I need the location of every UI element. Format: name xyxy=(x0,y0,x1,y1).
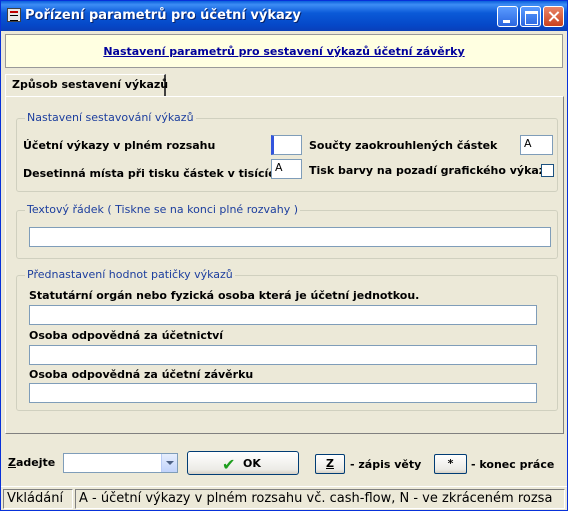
status-bar: Vkládání A - účetní výkazy v plném rozsa… xyxy=(1,486,567,510)
window-title: Pořízení parametrů pro účetní výkazy xyxy=(25,8,301,23)
banner-title: Nastavení parametrů pro sestavení výkazů… xyxy=(103,45,465,58)
write-record-button[interactable]: Z xyxy=(315,454,345,474)
text-row-input[interactable] xyxy=(29,227,551,247)
bg-color-label: Tisk barvy na pozadí grafického výkazu xyxy=(309,164,554,177)
title-bar[interactable]: Pořízení parametrů pro účetní výkazy xyxy=(1,1,567,31)
end-work-desc: - konec práce xyxy=(471,458,555,471)
enter-label-rest: adejte xyxy=(15,456,56,469)
write-record-desc: - zápis věty xyxy=(350,458,422,471)
tab-report-method[interactable]: Způsob sestavení výkazů xyxy=(5,74,169,96)
ok-label: OK xyxy=(243,457,261,470)
enter-label: Zadejte xyxy=(8,456,55,469)
rounded-sums-label: Součty zaokrouhlených částek xyxy=(309,139,498,152)
tab-label: Způsob sestavení výkazů xyxy=(12,78,169,91)
group-text-row-title: Textový řádek ( Tiskne se na konci plné … xyxy=(25,203,300,216)
statutory-input[interactable] xyxy=(29,305,537,325)
header-banner: Nastavení parametrů pro sestavení výkazů… xyxy=(5,34,563,68)
accounting-person-input[interactable] xyxy=(29,345,537,365)
group-report-settings-title: Nastavení sestavování výkazů xyxy=(25,111,196,124)
chevron-down-icon[interactable] xyxy=(161,454,177,472)
decimals-input[interactable]: A xyxy=(271,159,302,179)
closing-person-input[interactable] xyxy=(29,383,537,403)
maximize-button[interactable] xyxy=(520,6,541,27)
group-footer-title: Přednastavení hodnot patičky výkazů xyxy=(25,268,235,281)
full-reports-input[interactable] xyxy=(271,135,302,155)
rounded-sums-input[interactable]: A xyxy=(520,135,553,155)
status-hint: A - účetní výkazy v plném rozsahu vč. ca… xyxy=(75,489,565,509)
end-work-button[interactable]: * xyxy=(434,454,467,474)
closing-person-label: Osoba odpovědná za účetní závěrku xyxy=(29,368,254,381)
status-mode: Vkládání xyxy=(3,489,73,509)
close-button[interactable] xyxy=(543,6,564,27)
enter-label-accel: Z xyxy=(8,456,16,469)
statutory-label: Statutární orgán nebo fyzická osoba kter… xyxy=(29,289,420,302)
full-reports-label: Účetní výkazy v plném rozsahu xyxy=(23,139,216,152)
dialog-window: Pořízení parametrů pro účetní výkazy Nas… xyxy=(0,0,568,511)
group-report-settings: Nastavení sestavování výkazů xyxy=(16,111,558,192)
decimals-label: Desetinná místa při tisku částek v tisíc… xyxy=(23,167,283,180)
checkmark-icon: ✔ xyxy=(222,455,236,474)
bg-color-checkbox[interactable] xyxy=(541,164,554,177)
minimize-button[interactable] xyxy=(497,6,518,27)
ok-button[interactable]: ✔ OK xyxy=(187,451,299,475)
app-icon[interactable] xyxy=(7,8,21,22)
enter-combo[interactable] xyxy=(63,453,178,473)
accounting-person-label: Osoba odpovědná za účetnictví xyxy=(29,329,224,342)
